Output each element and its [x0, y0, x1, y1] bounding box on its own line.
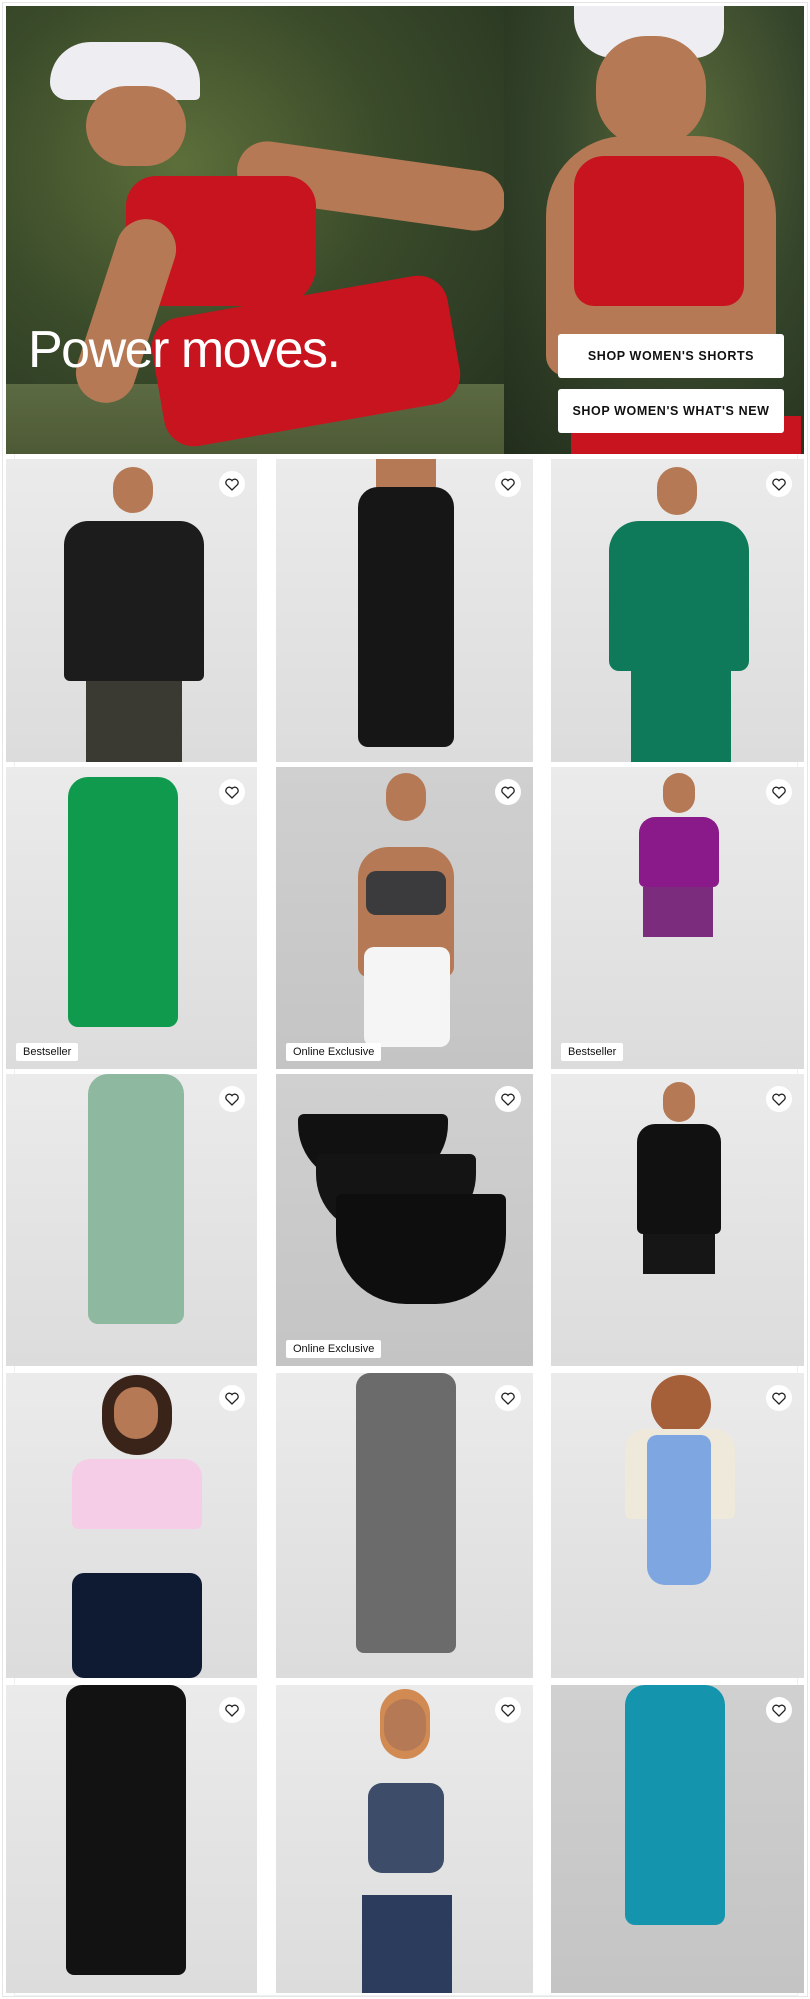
favorite-button[interactable]	[495, 1697, 521, 1723]
favorite-button[interactable]	[219, 1385, 245, 1411]
favorite-button[interactable]	[766, 779, 792, 805]
heart-outline-icon	[501, 786, 515, 799]
favorite-button[interactable]	[766, 1086, 792, 1112]
heart-outline-icon	[501, 1392, 515, 1405]
garment-jacket	[637, 1124, 721, 1234]
heart-outline-icon	[501, 1704, 515, 1717]
heart-outline-icon	[772, 1392, 786, 1405]
product-badge: Online Exclusive	[286, 1043, 382, 1061]
heart-outline-icon	[772, 478, 786, 491]
hero-face-left	[86, 86, 186, 166]
garment-pants	[356, 1373, 456, 1653]
garment-bottom	[86, 681, 182, 762]
garment-leggings	[625, 1685, 725, 1925]
garment-leggings	[358, 487, 454, 747]
product-card[interactable]	[6, 1685, 257, 1993]
product-card[interactable]	[551, 1373, 804, 1678]
model-head	[113, 467, 153, 513]
product-card[interactable]	[276, 459, 533, 762]
product-card[interactable]	[551, 459, 804, 762]
product-card[interactable]: Online Exclusive	[276, 1074, 533, 1366]
garment-top	[609, 521, 749, 671]
heart-outline-icon	[772, 1093, 786, 1106]
model-head	[663, 1082, 695, 1122]
garment-pants	[66, 1685, 186, 1975]
heart-outline-icon	[225, 1704, 239, 1717]
favorite-button[interactable]	[495, 1086, 521, 1112]
hero-face-right	[596, 36, 706, 146]
model-torso	[376, 459, 436, 489]
garment-top	[639, 817, 719, 887]
product-card[interactable]	[551, 1685, 804, 1993]
favorite-button[interactable]	[219, 779, 245, 805]
garment-top	[64, 521, 204, 681]
garment-top	[72, 1459, 202, 1529]
garment-bottom	[631, 671, 731, 762]
favorite-button[interactable]	[495, 779, 521, 805]
favorite-button[interactable]	[495, 1385, 521, 1411]
model-head	[663, 773, 695, 813]
favorite-button[interactable]	[766, 1385, 792, 1411]
garment-dress	[647, 1435, 711, 1585]
garment-shorts	[643, 887, 713, 937]
model-head	[114, 1387, 158, 1439]
shop-womens-shorts-button[interactable]: SHOP WOMEN'S SHORTS	[558, 334, 784, 378]
garment-leggings	[68, 777, 178, 1027]
favorite-button[interactable]	[495, 471, 521, 497]
shop-womens-whats-new-button[interactable]: SHOP WOMEN'S WHAT'S NEW	[558, 389, 784, 433]
model-head	[386, 773, 426, 821]
product-badge: Bestseller	[561, 1043, 624, 1061]
heart-outline-icon	[225, 786, 239, 799]
product-card[interactable]	[551, 1074, 804, 1366]
product-card[interactable]	[276, 1685, 533, 1993]
favorite-button[interactable]	[766, 471, 792, 497]
model-hair	[651, 1375, 711, 1435]
garment-leggings	[88, 1074, 184, 1324]
heart-outline-icon	[225, 1392, 239, 1405]
favorite-button[interactable]	[219, 471, 245, 497]
heart-outline-icon	[501, 478, 515, 491]
hero-top-right	[574, 156, 744, 306]
product-badge: Bestseller	[16, 1043, 79, 1061]
garment-shorts	[643, 1234, 715, 1274]
garment-shorts	[72, 1573, 202, 1678]
model-head	[657, 467, 697, 515]
hero-headline: Power moves.	[28, 321, 341, 379]
product-card[interactable]: Online Exclusive	[276, 767, 533, 1069]
model-head	[384, 1699, 426, 1751]
garment-briefs-3	[336, 1194, 506, 1304]
heart-outline-icon	[501, 1093, 515, 1106]
garment-bra	[366, 871, 446, 915]
product-card[interactable]	[276, 1373, 533, 1678]
heart-outline-icon	[225, 478, 239, 491]
product-badge: Online Exclusive	[286, 1340, 382, 1358]
favorite-button[interactable]	[766, 1697, 792, 1723]
heart-outline-icon	[225, 1093, 239, 1106]
garment-shorts	[362, 1895, 452, 1993]
hero-banner[interactable]: Power moves.	[6, 6, 804, 454]
product-card[interactable]	[6, 1074, 257, 1366]
favorite-button[interactable]	[219, 1086, 245, 1112]
product-card[interactable]: Bestseller	[6, 767, 257, 1069]
product-card[interactable]	[6, 459, 257, 762]
product-card[interactable]: Bestseller	[551, 767, 804, 1069]
favorite-button[interactable]	[219, 1697, 245, 1723]
product-card[interactable]	[6, 1373, 257, 1678]
heart-outline-icon	[772, 786, 786, 799]
garment-shorts	[364, 947, 450, 1047]
garment-tank	[368, 1783, 444, 1873]
heart-outline-icon	[772, 1704, 786, 1717]
